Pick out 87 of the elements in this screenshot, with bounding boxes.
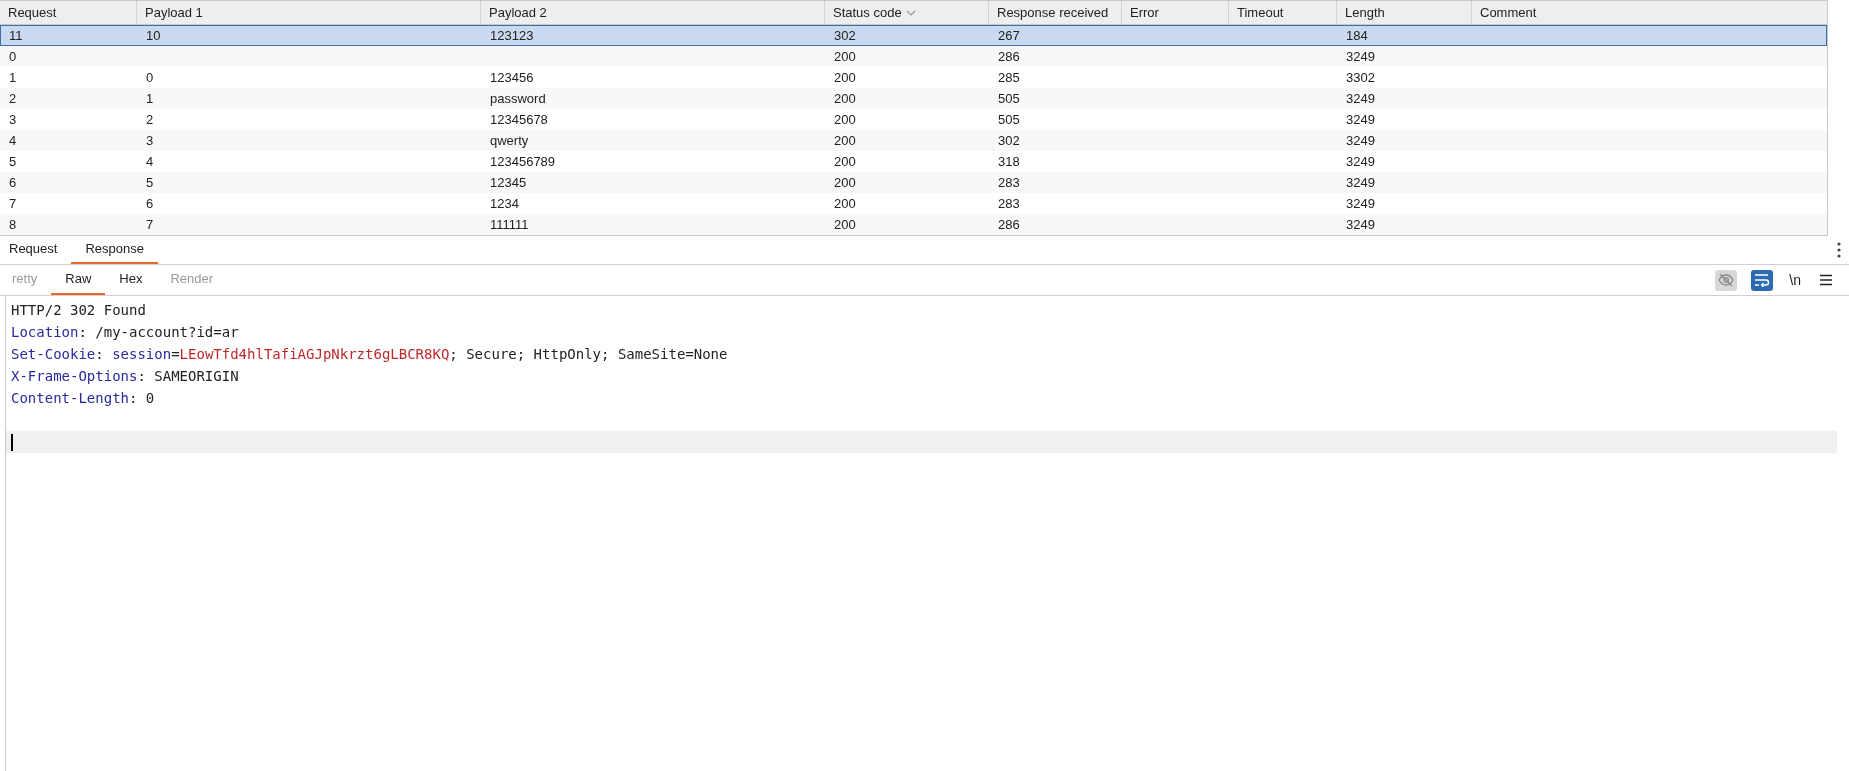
table-row[interactable]: 11 10 123123 302 267 184 [0, 25, 1827, 46]
more-options-icon[interactable] [1837, 242, 1841, 258]
table-cell: 3 [9, 111, 17, 127]
table-cell: 5 [9, 153, 17, 169]
table-cell: 200 [834, 195, 856, 211]
table-cell: 200 [834, 48, 856, 64]
table-cell: 286 [998, 48, 1020, 64]
table-cell: 283 [998, 174, 1020, 190]
table-cell: 7 [146, 216, 154, 232]
table-row[interactable]: 0 200 286 3249 [0, 46, 1827, 67]
table-cell: 2 [9, 90, 17, 106]
table-cell: 3249 [1346, 90, 1375, 106]
table-cell: 2 [146, 111, 154, 127]
column-header[interactable]: Length [1337, 1, 1472, 24]
column-header[interactable]: Response received [989, 1, 1122, 24]
table-cell: 200 [834, 153, 856, 169]
table-cell: 1 [9, 69, 17, 85]
table-cell: 505 [998, 90, 1020, 106]
view-tab[interactable]: Raw [51, 265, 106, 295]
table-cell: 3249 [1346, 48, 1375, 64]
response-line: Content-Length: 0 [11, 388, 155, 408]
table-cell: 3249 [1346, 216, 1375, 232]
response-line: HTTP/2 302 Found [11, 300, 146, 320]
table-cell: 318 [998, 153, 1020, 169]
show-newlines-button[interactable]: \n [1787, 269, 1803, 291]
table-cell: 10 [146, 27, 161, 43]
column-header[interactable]: Request [0, 1, 137, 24]
table-cell: 4 [9, 132, 17, 148]
table-cell: 505 [998, 111, 1020, 127]
table-cell: 11 [9, 27, 23, 43]
response-line: X-Frame-Options: SAMEORIGIN [11, 366, 239, 386]
column-header[interactable]: Payload 1 [137, 1, 481, 24]
table-cell: 3 [146, 132, 154, 148]
table-cell: 123456789 [490, 153, 556, 169]
table-cell: 302 [998, 132, 1020, 148]
table-cell: 3302 [1346, 69, 1375, 85]
table-cell: 302 [834, 27, 856, 43]
table-cell: 200 [834, 111, 856, 127]
table-cell: 7 [9, 195, 17, 211]
table-cell: 12345678 [490, 111, 548, 127]
table-cell: 267 [998, 27, 1020, 43]
table-cell: qwerty [490, 132, 529, 148]
table-cell: 3249 [1346, 111, 1375, 127]
table-cell: 3249 [1346, 174, 1375, 190]
table-cell: 12345 [490, 174, 527, 190]
table-cell: 123456 [490, 69, 534, 85]
table-cell: password [490, 90, 546, 106]
table-cell: 6 [9, 174, 17, 190]
table-cell: 111111 [490, 216, 529, 232]
view-tab[interactable]: Hex [105, 265, 157, 295]
sort-chevron-icon [905, 9, 916, 16]
table-cell: 5 [146, 174, 154, 190]
table-cell: 3249 [1346, 153, 1375, 169]
table-cell: 200 [834, 174, 856, 190]
column-header[interactable]: Payload 2 [481, 1, 825, 24]
table-cell: 3249 [1346, 195, 1375, 211]
table-cell: 4 [146, 153, 154, 169]
column-header[interactable]: Error [1122, 1, 1229, 24]
table-cell: 200 [834, 132, 856, 148]
table-cell: 283 [998, 195, 1020, 211]
response-line: Set-Cookie: session=LEowTfd4hlTafiAGJpNkrzt6gLBCR8KQ; Secure; HttpOnly; SameSite=None [11, 344, 728, 364]
table-cell: 200 [834, 69, 856, 85]
column-header[interactable]: Comment [1472, 1, 1827, 24]
word-wrap-icon[interactable] [1751, 269, 1774, 291]
tab[interactable]: Response [71, 236, 158, 264]
hidden-eye-icon[interactable] [1715, 269, 1738, 291]
table-cell: 3249 [1346, 132, 1375, 148]
tab[interactable]: Request [0, 236, 72, 264]
table-cell: 285 [998, 69, 1020, 85]
response-line: Location: /my-account?id=ar [11, 322, 239, 342]
table-row[interactable]: 8 7 111111 200 286 3249 [0, 214, 1827, 235]
table-cell: 123123 [490, 27, 534, 43]
table-cell: 184 [1346, 27, 1368, 43]
table-cell: 1 [146, 90, 154, 106]
table-cell: 286 [998, 216, 1020, 232]
column-header[interactable]: Status code [825, 1, 989, 24]
table-row[interactable]: 4 3 qwerty 200 302 3249 [0, 130, 1827, 151]
table-cell: 0 [9, 48, 17, 64]
table-cell: 6 [146, 195, 154, 211]
table-row[interactable]: 6 5 12345 200 283 3249 [0, 172, 1827, 193]
table-cell: 1234 [490, 195, 519, 211]
column-header[interactable]: Timeout [1229, 1, 1337, 24]
table-row[interactable]: 2 1 password 200 505 3249 [0, 88, 1827, 109]
table-cell: 8 [9, 216, 17, 232]
table-cell: 200 [834, 216, 856, 232]
table-cell: 0 [146, 69, 154, 85]
table-cell: 200 [834, 90, 856, 106]
